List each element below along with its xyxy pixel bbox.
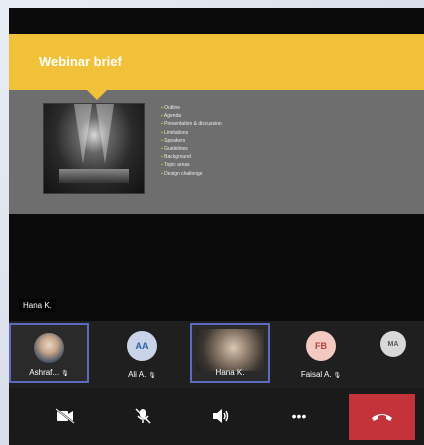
light-beam [74,104,92,164]
slide-bullet: ▪ Presentation & discussion [161,121,222,128]
slide-bullet: ▪ Background [161,154,191,161]
meeting-window: Webinar brief ▪ Outline ▪ Agenda ▪ Prese… [9,8,424,445]
end-call-button[interactable] [349,394,415,440]
light-beam [96,104,114,164]
slide-bullet: ▪ Limitations [161,129,189,136]
more-options-button[interactable]: ••• [277,396,321,436]
slide-photo [43,103,145,194]
slide-bullets: ▪ Outline ▪ Agenda ▪ Presentation & disc… [161,104,222,178]
slide-title: Webinar brief [39,54,122,69]
participant-avatar [34,333,64,363]
participant-name: Faisal A. [300,370,332,379]
shared-slide: Webinar brief ▪ Outline ▪ Agenda ▪ Prese… [9,34,424,214]
speaker-name-label: Hana K. [19,299,56,312]
mic-off-icon [135,408,151,424]
participant-strip[interactable]: Ashraf... 🎙 AA Ali A. 🎙 Hana K. FB Faisal … [9,321,424,388]
slide-bullet: ▪ Speakers [161,137,186,144]
mic-off-icon: 🎙 [61,371,69,377]
participant-tile[interactable]: MA [361,323,424,383]
participant-avatar: MA [380,331,406,357]
slide-bullet: ▪ Topic areas [161,162,190,169]
mic-toggle-button[interactable] [121,396,165,436]
slide-header: Webinar brief [9,34,424,90]
speaker-button[interactable] [199,396,243,436]
end-call-icon [372,414,392,421]
camera-off-icon [55,408,75,424]
slide-bullet: ▪ Guidelines [161,146,188,153]
slide-header-notch [87,90,107,100]
participant-tile[interactable]: Ashraf... 🎙 [9,323,89,383]
participant-avatar: FB [306,331,336,361]
slide-bullet: ▪ Agenda [161,113,182,120]
speaker-icon [213,409,229,423]
participant-name: Hana K. [215,368,245,377]
mic-off-icon: 🎙 [333,373,342,379]
mic-off-icon: 🎙 [148,373,156,379]
participant-tile[interactable]: AA Ali A. 🎙 [102,323,182,383]
participant-avatar: AA [127,331,157,361]
participant-name: Ali A. [128,370,147,379]
slide-bullet: ▪ Outline [161,105,181,111]
participant-tile[interactable]: Hana K. [190,323,270,383]
call-controls: ••• [9,388,424,445]
camera-toggle-button[interactable] [43,396,87,436]
participant-tile[interactable]: FB Faisal A. 🎙 [281,323,361,383]
participant-name: Ashraf... [29,368,60,377]
stage-shape [59,169,129,183]
more-icon: ••• [291,408,307,424]
participant-video [196,329,264,371]
slide-bullet: ▪ Design challenge [161,170,203,177]
